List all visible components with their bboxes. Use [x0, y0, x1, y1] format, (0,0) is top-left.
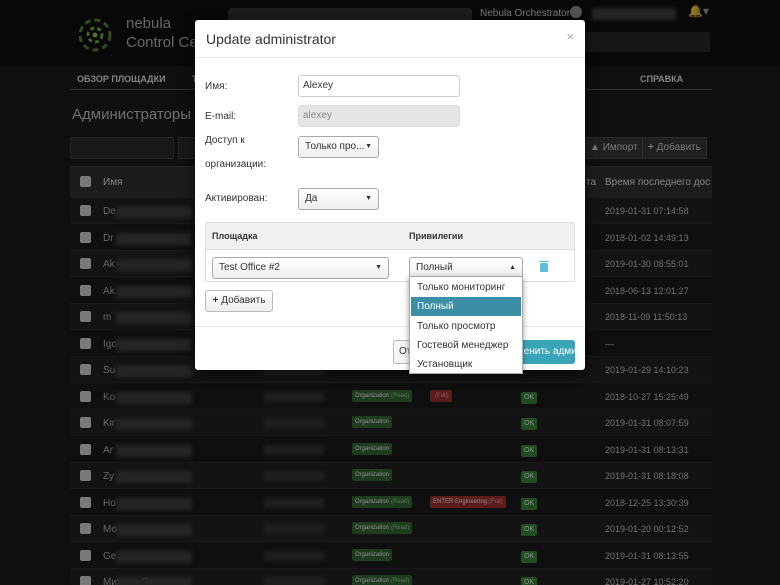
plus-icon: +: [212, 295, 219, 306]
email-field: alexey: [298, 105, 460, 127]
org-access-select[interactable]: Только про... ▼: [298, 136, 379, 158]
org-access-label-line1: Доступ к: [205, 135, 245, 146]
active-value: Да: [305, 193, 318, 204]
email-label: E-mail:: [205, 111, 237, 122]
add-site-button-label: Добавить: [221, 295, 266, 306]
org-access-label-line2: организации:: [205, 159, 267, 170]
privilege-dropdown-menu: Только мониторинг Полный Только просмотр…: [409, 276, 523, 374]
dropdown-option-view-only[interactable]: Только просмотр: [411, 317, 521, 336]
dropdown-option-installer[interactable]: Установщик: [411, 355, 521, 374]
dropdown-option-full[interactable]: Полный: [411, 297, 521, 316]
privileges-column-header: Привилегии: [409, 231, 463, 241]
name-field[interactable]: Alexey: [298, 75, 460, 97]
site-value: Test Office #2: [219, 262, 280, 273]
dialog-title: Update administrator: [206, 31, 336, 47]
trash-icon[interactable]: [539, 261, 549, 272]
update-administrator-dialog: Update administrator × Имя: Alexey E-mai…: [195, 20, 585, 370]
caret-up-icon: ▲: [509, 264, 516, 271]
org-access-value: Только про...: [305, 141, 365, 152]
add-site-button[interactable]: + Добавить: [205, 290, 273, 312]
dropdown-option-guest-manager[interactable]: Гостевой менеджер: [411, 336, 521, 355]
dialog-header: Update administrator ×: [195, 20, 585, 58]
site-select[interactable]: Test Office #2 ▼: [212, 257, 389, 279]
org-access-label: Доступ к организации:: [205, 134, 266, 171]
caret-down-icon: ▼: [375, 264, 382, 271]
site-privileges-panel: Площадка Привилегии Test Office #2 ▼ Пол…: [205, 222, 575, 282]
dropdown-option-monitoring[interactable]: Только мониторинг: [411, 278, 521, 297]
name-label: Имя:: [205, 81, 228, 92]
close-icon[interactable]: ×: [566, 29, 574, 44]
site-privileges-header: Площадка Привилегии: [206, 223, 574, 250]
caret-down-icon: ▼: [365, 143, 372, 150]
active-label: Активирован:: [205, 193, 268, 204]
caret-down-icon: ▼: [365, 195, 372, 202]
privilege-value: Полный: [416, 262, 453, 273]
site-column-header: Площадка: [212, 231, 258, 241]
active-select[interactable]: Да ▼: [298, 188, 379, 210]
dialog-footer: Отмена Изменить администратора: [195, 326, 585, 370]
